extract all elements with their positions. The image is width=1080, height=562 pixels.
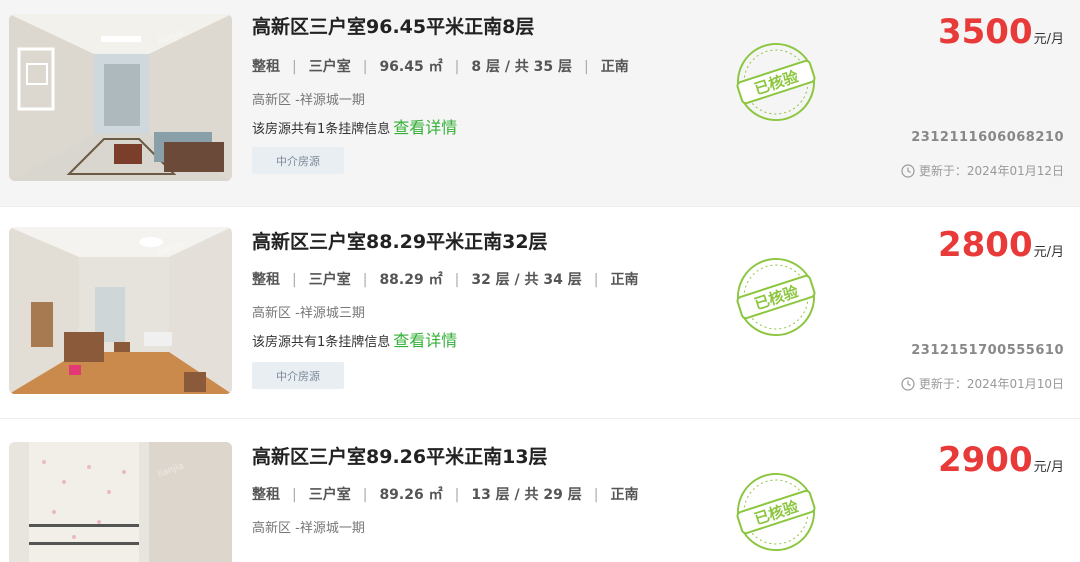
separator: | (454, 59, 460, 75)
separator: | (292, 487, 297, 503)
listing-photo[interactable]: lianjia (9, 14, 232, 181)
area: 88.29 ㎡ (379, 272, 443, 288)
update-time: 更新于：2024年01月10日 (901, 375, 1064, 392)
separator: | (292, 59, 297, 75)
verified-stamp-icon: 已核验 (734, 255, 818, 339)
price-value: 3500 (937, 12, 1033, 52)
floor-info: 13 层 / 共 29 层 (471, 487, 582, 503)
clock-icon (901, 376, 915, 391)
listing-photo[interactable]: lianjia (9, 227, 232, 394)
listing-card[interactable]: lianjia 高新区三户室96.45平米正南8层 整租 | 三户室 | 96.45 ㎡… (0, 0, 1080, 207)
rent-type: 整租 (252, 59, 280, 75)
room-count: 三户室 (308, 59, 351, 75)
rent-price: 3500元/月 (938, 12, 1064, 52)
update-text: 更新于：2024年01月12日 (918, 164, 1064, 178)
listing-info: 该房源共有1条挂牌信息 查看详情 (252, 114, 457, 138)
listing-meta: 整租 | 三户室 | 96.45 ㎡ | 8 层 / 共 35 层 | 正南 (252, 56, 629, 76)
listing-title[interactable]: 高新区三户室96.45平米正南8层 (252, 12, 534, 39)
price-unit: 元/月 (1033, 245, 1064, 260)
verified-stamp-icon: 已核验 (734, 40, 818, 124)
listing-card[interactable]: lianjia 高新区三户室88.29平米正南32层 整租 | 三户室 | 88.29 … (0, 207, 1080, 419)
separator: | (362, 59, 368, 75)
room-count: 三户室 (308, 272, 351, 288)
listing-photo[interactable]: lianjia (9, 442, 232, 562)
price-value: 2900 (937, 440, 1033, 480)
listing-title[interactable]: 高新区三户室89.26平米正南13层 (252, 442, 548, 469)
rent-type: 整租 (252, 272, 280, 288)
floor-info: 32 层 / 共 34 层 (471, 272, 582, 288)
separator: | (454, 272, 460, 288)
community-name: 高新区 -祥源城一期 (252, 93, 365, 108)
agency-tag: 中介房源 (252, 362, 344, 389)
listing-meta: 整租 | 三户室 | 89.26 ㎡ | 13 层 / 共 29 层 | 正南 (252, 484, 639, 504)
listing-note: 该房源共有1条挂牌信息 (252, 122, 391, 137)
rent-price: 2800元/月 (938, 225, 1064, 265)
update-time: 更新于：2024年01月12日 (901, 162, 1064, 179)
view-details-link[interactable]: 查看详情 (393, 118, 457, 137)
listing-note: 该房源共有1条挂牌信息 (252, 335, 391, 350)
listing-title[interactable]: 高新区三户室88.29平米正南32层 (252, 227, 548, 254)
area: 89.26 ㎡ (379, 487, 443, 503)
separator: | (362, 487, 368, 503)
room-count: 三户室 (308, 487, 351, 503)
separator: | (454, 487, 460, 503)
separator: | (593, 487, 599, 503)
community-name: 高新区 -祥源城三期 (252, 306, 365, 321)
listing-card[interactable]: lianjia 高新区三户室89.26平米正南13层 整租 | 三户室 | 89.26 … (0, 420, 1080, 562)
orientation: 正南 (600, 59, 629, 75)
update-text: 更新于：2024年01月10日 (918, 377, 1064, 391)
listing-meta: 整租 | 三户室 | 88.29 ㎡ | 32 层 / 共 34 层 | 正南 (252, 269, 639, 289)
community-name: 高新区 -祥源城一期 (252, 521, 365, 536)
separator: | (584, 59, 589, 75)
listing-code: 2312111606068210 (911, 130, 1064, 145)
view-details-link[interactable]: 查看详情 (393, 331, 457, 350)
floor-info: 8 层 / 共 35 层 (471, 59, 573, 75)
price-value: 2800 (937, 225, 1033, 265)
agency-tag: 中介房源 (252, 147, 344, 174)
price-unit: 元/月 (1033, 32, 1064, 47)
clock-icon (901, 163, 915, 178)
rent-price: 2900元/月 (938, 440, 1064, 480)
separator: | (292, 272, 297, 288)
verified-stamp-icon: 已核验 (734, 470, 818, 554)
listing-code: 2312151700555610 (911, 343, 1064, 358)
area: 96.45 ㎡ (379, 59, 443, 75)
listing-info: 该房源共有1条挂牌信息 查看详情 (252, 327, 457, 351)
price-unit: 元/月 (1033, 460, 1064, 475)
orientation: 正南 (610, 487, 639, 503)
orientation: 正南 (610, 272, 639, 288)
separator: | (593, 272, 599, 288)
rent-type: 整租 (252, 487, 280, 503)
separator: | (362, 272, 368, 288)
